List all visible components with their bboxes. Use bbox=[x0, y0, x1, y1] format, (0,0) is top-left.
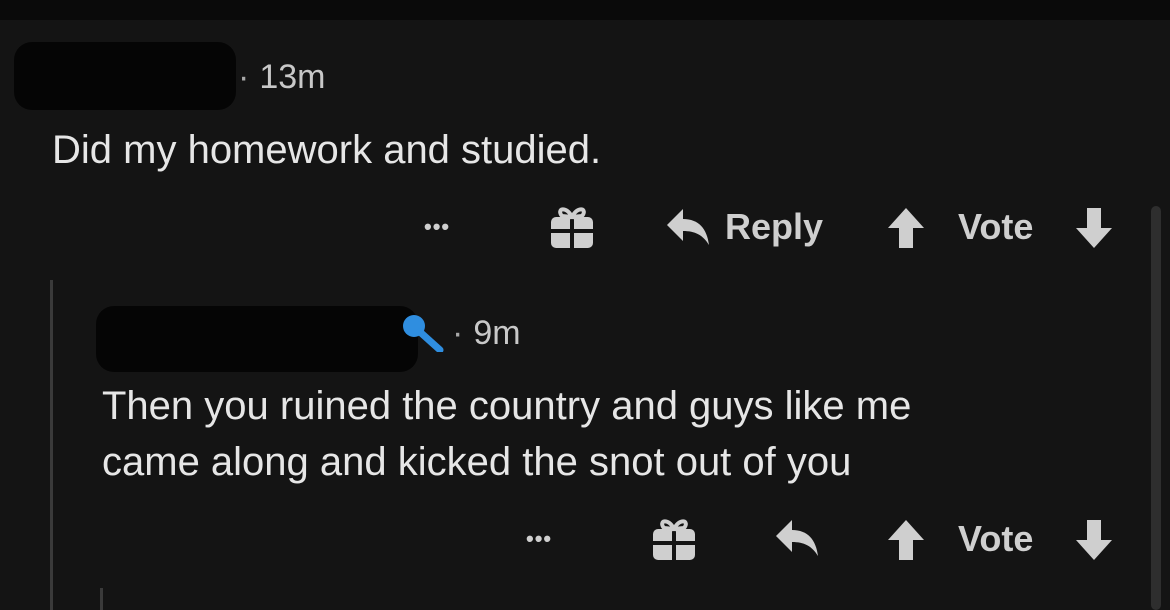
reply-arrow-icon bbox=[776, 520, 818, 556]
meta-separator: · bbox=[238, 58, 250, 96]
badge-icon bbox=[403, 315, 444, 352]
reply-arrow-icon bbox=[667, 209, 709, 245]
comment-timestamp: 13m bbox=[259, 58, 326, 96]
downvote-icon bbox=[1076, 208, 1112, 248]
more-options-button[interactable]: ••• bbox=[424, 212, 468, 242]
award-button[interactable] bbox=[548, 203, 596, 251]
redacted-username bbox=[96, 306, 418, 372]
vote-label: Vote bbox=[958, 206, 1034, 247]
comment-meta: · 9m bbox=[452, 314, 521, 353]
thread-line[interactable] bbox=[50, 280, 53, 610]
comment-body: Did my homework and studied. bbox=[52, 128, 602, 172]
top-bar bbox=[0, 0, 1170, 20]
gift-icon bbox=[551, 207, 593, 248]
upvote-button[interactable] bbox=[886, 206, 926, 250]
comment-meta: · 13m bbox=[238, 58, 325, 97]
scrollbar[interactable] bbox=[1151, 206, 1161, 610]
downvote-button[interactable] bbox=[1074, 518, 1114, 562]
comment-body-line-1: Then you ruined the country and guys lik… bbox=[102, 384, 912, 428]
more-options-button[interactable]: ••• bbox=[526, 524, 570, 554]
nested-thread-line[interactable] bbox=[100, 588, 103, 610]
upvote-icon bbox=[888, 520, 924, 560]
award-button[interactable] bbox=[650, 515, 698, 563]
vote-score: Vote bbox=[958, 206, 1033, 248]
more-icon: ••• bbox=[526, 526, 553, 551]
more-icon: ••• bbox=[424, 214, 451, 239]
comment-timestamp: 9m bbox=[473, 314, 521, 352]
meta-separator: · bbox=[452, 314, 464, 352]
reply-button[interactable] bbox=[774, 518, 820, 558]
downvote-icon bbox=[1076, 520, 1112, 560]
downvote-button[interactable] bbox=[1074, 206, 1114, 250]
upvote-button[interactable] bbox=[886, 518, 926, 562]
vote-label: Vote bbox=[958, 518, 1034, 559]
reply-label: Reply bbox=[725, 206, 824, 247]
vote-score: Vote bbox=[958, 518, 1033, 560]
comment-body-line-2: came along and kicked the snot out of yo… bbox=[102, 440, 852, 484]
gift-icon bbox=[653, 519, 695, 560]
upvote-icon bbox=[888, 208, 924, 248]
reply-button[interactable]: Reply bbox=[665, 206, 823, 248]
redacted-username bbox=[14, 42, 236, 110]
